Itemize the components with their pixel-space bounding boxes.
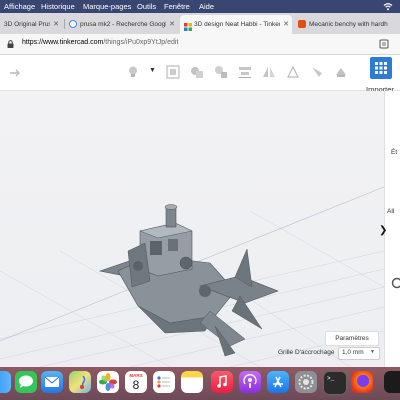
- url-host: https://www.tinkercad.com: [22, 39, 104, 46]
- address-bar: https://www.tinkercad.com/things/iPu0xp9…: [0, 34, 400, 55]
- collapse-panel-button[interactable]: ❯: [379, 225, 387, 236]
- podcasts-icon[interactable]: [239, 371, 261, 393]
- menu-outils[interactable]: Outils: [137, 0, 156, 13]
- reader-view-icon[interactable]: [379, 39, 389, 49]
- tab-tinkercad-active[interactable]: 3D design Neat Habbi - Tinkerc ✕: [180, 15, 292, 34]
- cruise-icon[interactable]: [286, 65, 300, 79]
- notes-icon[interactable]: [334, 65, 348, 79]
- app-store-icon[interactable]: [267, 371, 289, 393]
- system-preferences-icon[interactable]: [295, 371, 317, 393]
- group-icon[interactable]: [190, 65, 204, 79]
- tab-separator: [64, 19, 65, 29]
- chevron-down-icon[interactable]: ▼: [149, 67, 156, 74]
- macos-dock: MARS 8 >_: [0, 367, 400, 400]
- parameters-button[interactable]: Paramètres: [325, 331, 379, 346]
- photos-icon[interactable]: [97, 371, 119, 393]
- menu-aide[interactable]: Aide: [199, 0, 214, 13]
- redo-arrow-icon[interactable]: [8, 65, 22, 79]
- messages-icon[interactable]: [15, 371, 37, 393]
- close-icon[interactable]: ✕: [169, 15, 175, 34]
- wifi-icon[interactable]: [383, 2, 393, 11]
- tinkercad-toolbar: ▼ Importer: [0, 55, 400, 94]
- url-field[interactable]: https://www.tinkercad.com/things/iPu0xp9…: [22, 39, 178, 46]
- grid-icon: [375, 62, 387, 74]
- snap-grid-select[interactable]: 1,0 mm ▼: [338, 347, 380, 360]
- grid-view-button[interactable]: [370, 57, 392, 79]
- firefox-icon[interactable]: [351, 371, 373, 393]
- reminders-icon[interactable]: [153, 371, 175, 393]
- panel-tab-label[interactable]: Ét: [391, 149, 397, 156]
- menu-historique[interactable]: Historique: [41, 0, 75, 13]
- snap-grid-value: 1,0 mm: [342, 349, 364, 356]
- shape-toggle-icon[interactable]: [166, 65, 180, 79]
- shapes-panel: Ét All ❯: [379, 91, 400, 367]
- macos-menu-bar: Affichage Historique Marque-pages Outils…: [0, 0, 400, 13]
- calendar-icon[interactable]: MARS 8: [125, 371, 147, 393]
- terminal-icon[interactable]: >_: [323, 371, 347, 395]
- ungroup-icon[interactable]: [214, 65, 228, 79]
- menu-marque-pages[interactable]: Marque-pages: [83, 0, 131, 13]
- tab-google-search[interactable]: prusa mk2 - Recherche Google ✕: [66, 15, 178, 34]
- light-bulb-icon[interactable]: [126, 65, 140, 79]
- printables-icon: [298, 20, 306, 28]
- menu-affichage[interactable]: Affichage: [4, 0, 35, 13]
- close-icon[interactable]: ✕: [283, 15, 289, 34]
- tab-mecanic-benchy[interactable]: Mecanic benchy with hardhat p: [295, 15, 400, 34]
- calendar-day: 8: [132, 378, 140, 392]
- ruler-icon[interactable]: [310, 65, 324, 79]
- browser-tab-bar: 3D Original Prusa MK ✕ prusa mk2 - Reche…: [0, 13, 400, 35]
- mirror-icon[interactable]: [262, 65, 276, 79]
- tab-title: 3D Original Prusa MK: [4, 21, 50, 28]
- align-icon[interactable]: [238, 65, 252, 79]
- tab-title: 3D design Neat Habbi - Tinkerc: [194, 21, 280, 28]
- chevron-down-icon: ▼: [370, 349, 375, 355]
- close-icon[interactable]: ✕: [53, 15, 59, 34]
- finder-icon[interactable]: [0, 371, 11, 393]
- snap-grid-label: Grille D'accrochage: [278, 349, 335, 356]
- downloads-stack-icon[interactable]: [384, 371, 400, 393]
- tab-prusa-original[interactable]: 3D Original Prusa MK ✕: [0, 15, 62, 34]
- music-icon[interactable]: [211, 371, 233, 393]
- maps-icon[interactable]: [69, 371, 91, 393]
- tab-title: Mecanic benchy with hardhat p: [309, 21, 388, 28]
- panel-all-label[interactable]: All: [387, 208, 394, 215]
- tab-title: prusa mk2 - Recherche Google: [80, 21, 166, 28]
- workplane-canvas[interactable]: Paramètres Grille D'accrochage 1,0 mm ▼: [0, 91, 384, 367]
- google-icon: [69, 20, 77, 28]
- lock-icon[interactable]: [7, 40, 14, 48]
- workplane-grid: [0, 186, 384, 367]
- torus-shape-icon[interactable]: [389, 277, 400, 289]
- 3d-model[interactable]: [98, 204, 279, 357]
- url-path: /things/iPu0xp9YtJp/edit: [103, 39, 179, 46]
- notes-icon[interactable]: [181, 371, 203, 393]
- menu-fenetre[interactable]: Fenêtre: [164, 0, 190, 13]
- mail-icon[interactable]: [41, 371, 63, 393]
- tinkercad-favicon-icon: [184, 20, 192, 31]
